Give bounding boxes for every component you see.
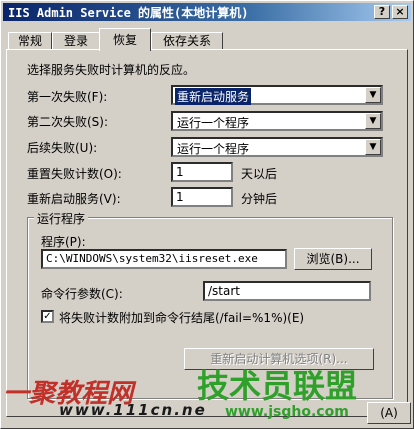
second-failure-label: 第二次失败(S): [27, 115, 109, 129]
help-button[interactable]: ? [374, 5, 390, 19]
first-failure-select[interactable]: 重新启动服务 ▼ [171, 85, 383, 105]
browse-button[interactable]: 浏览(B)... [294, 248, 372, 270]
first-failure-value: 重新启动服务 [175, 88, 252, 105]
chevron-down-icon[interactable]: ▼ [365, 87, 381, 103]
restart-service-label: 重新启动服务(V): [27, 192, 121, 206]
close-button[interactable]: × [392, 5, 408, 19]
subsequent-failure-label: 后续失败(U): [27, 141, 98, 155]
restart-service-input[interactable]: 1 [171, 187, 233, 207]
params-label: 命令行参数(C): [41, 287, 123, 301]
append-fail-count-label[interactable]: 将失败计数附加到命令行结尾(/fail=%1%)(E) [59, 309, 304, 326]
window-title: IIS Admin Service 的属性(本地计算机) [8, 6, 249, 20]
first-failure-label: 第一次失败(F): [27, 90, 108, 104]
watermark-forum-cn: 技术员联盟 [197, 367, 358, 405]
properties-dialog: IIS Admin Service 的属性(本地计算机) ? × 常规 登录 恢… [0, 0, 414, 429]
append-fail-count-checkbox[interactable]: ✓ [41, 310, 54, 323]
tab-recovery[interactable]: 恢复 [99, 28, 151, 51]
reset-count-input[interactable]: 1 [171, 162, 233, 182]
watermark-forum-url: www.jsgho.com [225, 404, 349, 420]
program-path-input[interactable]: C:\WINDOWS\system32\iisreset.exe [41, 249, 287, 269]
second-failure-value: 运行一个程序 [177, 116, 250, 130]
tab-logon[interactable]: 登录 [52, 32, 100, 50]
reset-count-label: 重置失败计数(O): [27, 167, 122, 181]
params-input[interactable]: /start [203, 281, 371, 301]
program-label: 程序(P): [41, 235, 86, 249]
tab-dependencies[interactable]: 依存关系 [151, 32, 223, 50]
title-bar[interactable]: IIS Admin Service 的属性(本地计算机) ? × [3, 3, 411, 21]
tab-general[interactable]: 常规 [8, 32, 52, 50]
subsequent-failure-select[interactable]: 运行一个程序 ▼ [171, 137, 383, 157]
second-failure-select[interactable]: 运行一个程序 ▼ [171, 111, 383, 131]
intro-text: 选择服务失败时计算机的反应。 [27, 63, 196, 77]
apply-button[interactable]: (A) [367, 402, 411, 424]
subsequent-failure-value: 运行一个程序 [177, 142, 250, 156]
watermark-brand-url: www.111cn.ne [59, 401, 207, 419]
chevron-down-icon[interactable]: ▼ [365, 113, 381, 129]
chevron-down-icon[interactable]: ▼ [365, 139, 381, 155]
reset-count-unit: 天以后 [241, 167, 278, 181]
run-program-group-title: 运行程序 [34, 210, 89, 227]
restart-service-unit: 分钟后 [241, 192, 278, 206]
